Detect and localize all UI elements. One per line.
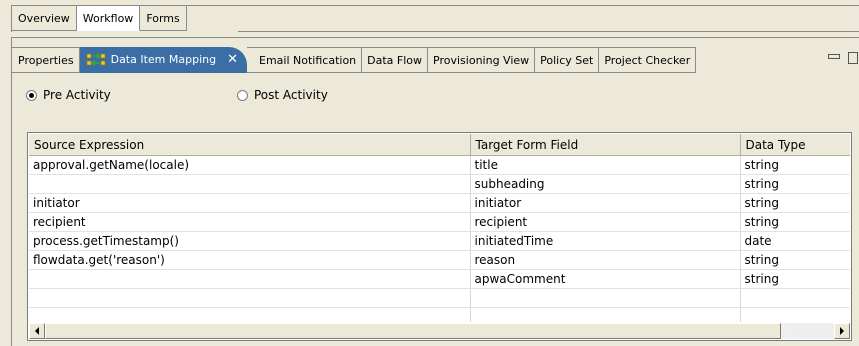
horizontal-scrollbar[interactable] <box>29 323 850 339</box>
arrow-right-icon <box>840 327 844 335</box>
tab-email-notification[interactable]: Email Notification <box>247 47 363 73</box>
scrollbar-thumb[interactable] <box>45 323 781 339</box>
scroll-left-button[interactable] <box>29 323 45 339</box>
table-row[interactable]: apwaComment string <box>29 269 850 289</box>
view-window-controls <box>828 52 858 64</box>
tab-data-flow[interactable]: Data Flow <box>362 47 429 73</box>
radio-unselected-icon <box>237 89 248 101</box>
tab-workflow[interactable]: Workflow <box>76 6 141 31</box>
post-activity-label: Post Activity <box>254 88 328 102</box>
table-row[interactable]: subheading string <box>29 174 850 194</box>
editor-tabs: Overview Workflow Forms <box>11 5 859 32</box>
maximize-icon[interactable] <box>848 52 858 64</box>
pre-activity-label: Pre Activity <box>43 88 111 102</box>
target-form-field-cell[interactable] <box>470 288 741 308</box>
table-row[interactable]: process.getTimestamp() initiatedTime dat… <box>29 231 850 251</box>
close-icon[interactable]: ✕ <box>227 47 238 73</box>
mapping-table: Source Expression Target Form Field Data… <box>27 132 852 341</box>
post-activity-radio[interactable]: Post Activity <box>237 88 328 102</box>
data-type-cell[interactable] <box>740 307 850 322</box>
tab-data-item-mapping[interactable]: Data Item Mapping ✕ <box>79 47 248 73</box>
arrow-left-icon <box>35 327 39 335</box>
data-type-cell[interactable]: string <box>740 174 850 194</box>
table-row[interactable]: initiator initiator string <box>29 193 850 213</box>
target-form-field-cell[interactable]: initiatedTime <box>470 231 741 251</box>
radio-selected-icon <box>26 89 37 101</box>
column-header-target-form-field[interactable]: Target Form Field <box>470 134 741 156</box>
table-row[interactable]: approval.getName(locale) title string <box>29 155 850 175</box>
target-form-field-cell[interactable]: recipient <box>470 212 741 232</box>
view-tabs: Properties Data Item Mapping ✕ Email Not… <box>12 47 697 73</box>
source-expression-cell[interactable] <box>29 174 471 194</box>
tab-provisioning-view[interactable]: Provisioning View <box>428 47 536 73</box>
data-type-cell[interactable]: string <box>740 193 850 213</box>
scroll-right-button[interactable] <box>834 323 850 339</box>
data-type-cell[interactable]: string <box>740 212 850 232</box>
source-expression-cell[interactable] <box>29 307 471 322</box>
data-type-cell[interactable] <box>740 288 850 308</box>
tab-policy-set[interactable]: Policy Set <box>535 47 600 73</box>
table-row[interactable] <box>29 307 850 322</box>
tab-properties[interactable]: Properties <box>12 47 80 73</box>
tab-forms[interactable]: Forms <box>140 6 187 31</box>
data-type-cell[interactable]: string <box>740 155 850 175</box>
source-expression-cell[interactable]: flowdata.get('reason') <box>29 250 471 270</box>
column-header-source-expression[interactable]: Source Expression <box>29 134 471 156</box>
pre-activity-radio[interactable]: Pre Activity <box>26 88 111 102</box>
data-type-cell[interactable]: string <box>740 250 850 270</box>
target-form-field-cell[interactable]: title <box>470 155 741 175</box>
source-expression-cell[interactable] <box>29 269 471 289</box>
data-mapping-icon <box>86 52 105 67</box>
data-type-cell[interactable]: date <box>740 231 850 251</box>
target-form-field-cell[interactable]: initiator <box>470 193 741 213</box>
tab-overview[interactable]: Overview <box>12 6 77 31</box>
target-form-field-cell[interactable] <box>470 307 741 322</box>
view-panel: Properties Data Item Mapping ✕ Email Not… <box>11 37 859 346</box>
target-form-field-cell[interactable]: reason <box>470 250 741 270</box>
target-form-field-cell[interactable]: subheading <box>470 174 741 194</box>
tab-divider <box>238 31 859 32</box>
source-expression-cell[interactable]: process.getTimestamp() <box>29 231 471 251</box>
source-expression-cell[interactable]: initiator <box>29 193 471 213</box>
column-header-data-type[interactable]: Data Type <box>740 134 850 156</box>
table-row[interactable]: flowdata.get('reason') reason string <box>29 250 850 270</box>
minimize-icon[interactable] <box>828 54 840 59</box>
table-header-row: Source Expression Target Form Field Data… <box>29 134 850 156</box>
target-form-field-cell[interactable]: apwaComment <box>470 269 741 289</box>
source-expression-cell[interactable]: approval.getName(locale) <box>29 155 471 175</box>
tab-project-checker[interactable]: Project Checker <box>599 47 697 73</box>
table-row[interactable]: recipient recipient string <box>29 212 850 232</box>
table-row[interactable] <box>29 288 850 308</box>
source-expression-cell[interactable]: recipient <box>29 212 471 232</box>
source-expression-cell[interactable] <box>29 288 471 308</box>
data-type-cell[interactable]: string <box>740 269 850 289</box>
tab-data-item-mapping-label: Data Item Mapping <box>110 53 217 66</box>
